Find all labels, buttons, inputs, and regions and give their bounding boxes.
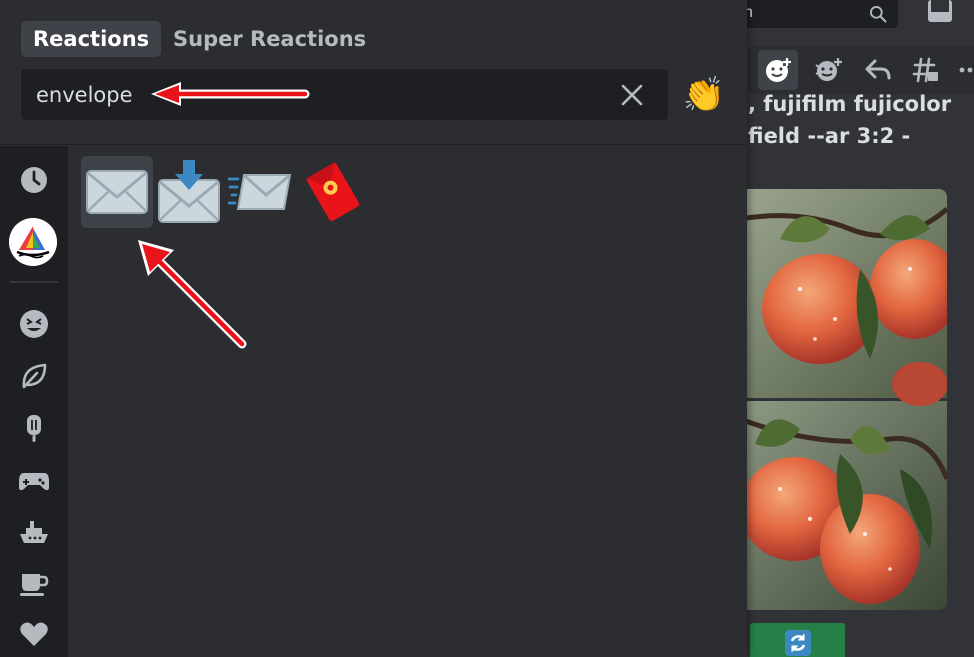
emoji-envelope-with-arrow[interactable] (153, 156, 225, 228)
reply-icon (865, 59, 891, 80)
emoji-search-box (21, 69, 668, 120)
add-reaction-icon (766, 58, 791, 82)
tab-super-reactions[interactable]: Super Reactions (161, 21, 378, 57)
peach-image-grid[interactable] (740, 189, 947, 610)
more-icon (959, 67, 973, 73)
tab-reactions[interactable]: Reactions (21, 21, 162, 57)
channel-search-box[interactable]: h (730, 0, 898, 28)
smiley-icon (20, 310, 48, 338)
red-envelope-icon (305, 161, 360, 222)
game-controller-icon (19, 473, 49, 491)
reroll-button[interactable] (750, 623, 845, 657)
app-root: h , fujifilm fujicolor field --ar 3:2 - (0, 0, 974, 657)
category-server-emoji[interactable] (9, 218, 57, 266)
super-reaction-icon (815, 58, 842, 81)
more-button[interactable] (948, 50, 974, 90)
popsicle-icon (27, 415, 41, 442)
emoji-incoming-envelope[interactable] (225, 156, 297, 228)
sidebar-separator (10, 281, 58, 283)
ship-icon (20, 521, 48, 543)
super-reaction-button[interactable] (808, 50, 848, 90)
category-activities[interactable] (14, 460, 54, 500)
category-objects[interactable] (14, 564, 54, 604)
category-sidebar (0, 146, 68, 657)
incoming-envelope-icon (228, 174, 292, 210)
emoji-picker: Reactions Super Reactions 👏 (0, 0, 747, 657)
category-symbols[interactable] (14, 614, 54, 654)
envelope-icon (86, 170, 148, 214)
inbox-icon[interactable] (924, 0, 956, 26)
reply-button[interactable] (858, 50, 898, 90)
create-thread-button[interactable] (906, 50, 946, 90)
clock-icon (21, 167, 47, 193)
emoji-red-envelope[interactable] (297, 156, 369, 228)
search-icon (870, 6, 887, 23)
refresh-icon (784, 630, 811, 656)
add-reaction-button[interactable] (758, 50, 798, 90)
envelope-with-arrow-icon (158, 160, 220, 223)
picker-header: Reactions Super Reactions 👏 (0, 0, 747, 145)
emoji-search-input[interactable] (21, 69, 611, 120)
server-emoji-icon (9, 218, 57, 266)
emoji-envelope[interactable] (81, 156, 153, 228)
emoji-results-grid (68, 146, 747, 657)
skin-tone-button[interactable]: 👏 (682, 73, 726, 117)
clear-search-icon[interactable] (619, 82, 645, 108)
message-toolbar (748, 46, 974, 94)
heart-icon (20, 622, 48, 646)
category-food[interactable] (14, 408, 54, 448)
message-text-line1: , fujifilm fujicolor (748, 92, 952, 116)
category-travel[interactable] (14, 512, 54, 552)
leaf-icon (22, 363, 47, 389)
peach-photo (740, 189, 947, 610)
message-text-line2: field --ar 3:2 - (748, 124, 911, 148)
category-nature[interactable] (14, 356, 54, 396)
category-recent[interactable] (14, 160, 54, 200)
thread-icon (912, 57, 938, 83)
coffee-icon (20, 574, 49, 596)
category-people[interactable] (14, 304, 54, 344)
